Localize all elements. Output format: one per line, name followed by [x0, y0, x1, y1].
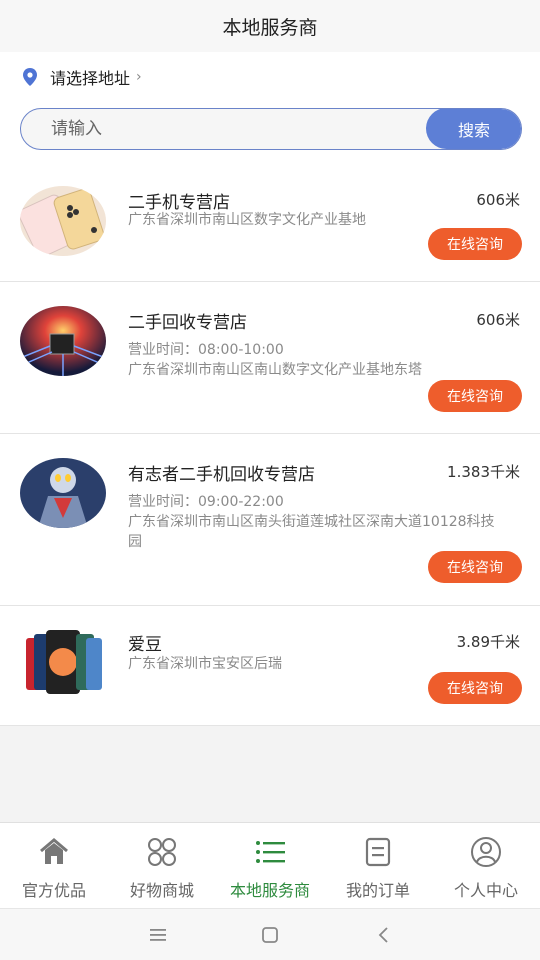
- tab-local-service[interactable]: 本地服务商: [216, 823, 324, 908]
- store-distance: 1.383千米: [447, 463, 520, 481]
- tab-label: 个人中心: [453, 881, 518, 900]
- store-distance: 3.89千米: [456, 633, 520, 651]
- store-address: 广东省深圳市南山区数字文化产业基地: [128, 212, 366, 228]
- search-bar: 搜索: [20, 108, 522, 150]
- store-hours: 营业时间：09:00-22:00: [128, 494, 284, 510]
- store-hours: 营业时间：08:00-10:00: [128, 342, 284, 358]
- store-address: 广东省深圳市宝安区后瑞: [128, 656, 282, 672]
- chevron-right-icon: ›: [136, 69, 142, 85]
- home-button-icon[interactable]: [258, 923, 282, 947]
- store-thumbnail: [20, 186, 106, 256]
- location-pin-icon: [23, 68, 37, 86]
- grid-icon: [148, 838, 176, 866]
- search-button[interactable]: 搜索: [426, 109, 521, 149]
- consult-button[interactable]: 在线咨询: [428, 551, 522, 583]
- home-icon: [40, 838, 68, 864]
- store-card[interactable]: 有志者二手机回收专营店 1.383千米 营业时间：09:00-22:00 广东省…: [0, 434, 540, 606]
- back-icon[interactable]: [372, 923, 396, 947]
- tab-label: 本地服务商: [229, 881, 310, 900]
- tab-label: 我的订单: [345, 881, 410, 900]
- consult-button[interactable]: 在线咨询: [428, 228, 522, 260]
- page-title: 本地服务商: [222, 16, 318, 39]
- system-navigation-bar: [0, 908, 540, 960]
- store-card[interactable]: 二手回收专营店 606米 营业时间：08:00-10:00 广东省深圳市南山区南…: [0, 282, 540, 434]
- bottom-tab-bar: 官方优品 好物商城 本地服务商 我的订单 个人中心: [0, 822, 540, 908]
- store-address: 广东省深圳市南山区南山数字文化产业基地东塔: [128, 362, 422, 378]
- list-icon: [256, 841, 285, 863]
- store-thumbnail: [20, 306, 106, 376]
- page-header: 本地服务商: [0, 0, 540, 52]
- tab-label: 好物商城: [129, 881, 194, 900]
- store-name: 二手回收专营店: [128, 313, 247, 333]
- search-area: 请选择地址 › 搜索: [0, 52, 540, 164]
- consult-button[interactable]: 在线咨询: [428, 380, 522, 412]
- store-address: 广东省深圳市南山区南头街道莲城社区深南大道10128科技园: [128, 514, 495, 550]
- location-label: 请选择地址: [50, 69, 131, 88]
- consult-button[interactable]: 在线咨询: [428, 672, 522, 704]
- store-distance: 606米: [476, 311, 520, 329]
- tab-label: 官方优品: [21, 881, 86, 900]
- store-card[interactable]: 爱豆 3.89千米 广东省深圳市宝安区后瑞 在线咨询: [0, 606, 540, 726]
- store-thumbnail: [20, 458, 106, 528]
- search-input[interactable]: [21, 109, 426, 148]
- location-selector[interactable]: 请选择地址 ›: [22, 64, 142, 90]
- tab-mall[interactable]: 好物商城: [108, 823, 216, 908]
- order-icon: [365, 837, 391, 867]
- store-name: 爱豆: [128, 635, 162, 655]
- tab-profile[interactable]: 个人中心: [432, 823, 540, 908]
- tab-my-orders[interactable]: 我的订单: [324, 823, 432, 908]
- menu-icon[interactable]: [146, 923, 170, 947]
- store-distance: 606米: [476, 191, 520, 209]
- store-thumbnail: [20, 628, 106, 698]
- store-name: 有志者二手机回收专营店: [128, 465, 315, 485]
- user-icon: [471, 837, 501, 867]
- tab-official-picks[interactable]: 官方优品: [0, 823, 108, 908]
- store-card[interactable]: 二手机专营店 606米 广东省深圳市南山区数字文化产业基地 在线咨询: [0, 164, 540, 282]
